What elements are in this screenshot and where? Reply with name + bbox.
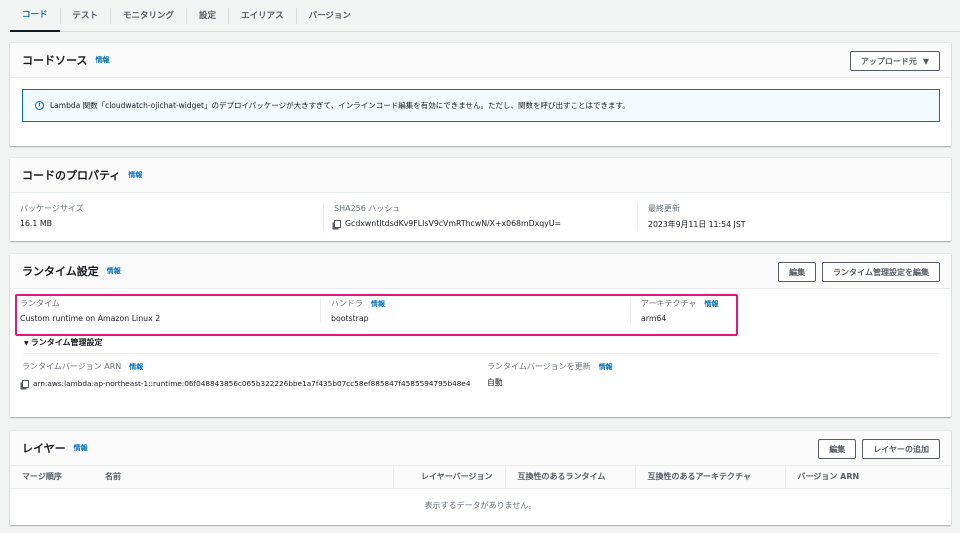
panel-title: レイヤー — [22, 442, 66, 455]
edit-button[interactable]: 編集 — [778, 262, 817, 282]
info-link[interactable]: 情報 — [128, 170, 142, 180]
panel-title: コードのプロパティ — [22, 169, 121, 182]
column-header: 互換性のあるアーキテクチャ — [634, 466, 785, 489]
info-link[interactable]: 情報 — [74, 443, 88, 453]
info-icon: i — [35, 101, 44, 110]
layers-panel: レイヤー 情報 編集 レイヤーの追加 マージ順序 名前 レイヤーバージョン 互換… — [10, 431, 951, 525]
highlight-box — [15, 294, 738, 336]
info-alert: i Lambda 関数「cloudwatch-ojichat-widget」のデ… — [22, 89, 940, 122]
info-link[interactable]: 情報 — [107, 266, 121, 276]
upload-from-button[interactable]: アップロード元 ▼ — [849, 51, 940, 71]
last-modified: 2023年9月11日 11:54 JST — [648, 220, 746, 229]
code-source-panel: コードソース 情報 アップロード元 ▼ i Lambda 関数「cloudwatc… — [10, 43, 951, 146]
button-label: アップロード元 — [860, 56, 917, 66]
tab-monitoring[interactable]: モニタリング — [110, 7, 186, 24]
copy-icon[interactable] — [334, 220, 341, 228]
caret-down-icon: ▼ — [24, 340, 31, 347]
tab-versions[interactable]: バージョン — [295, 7, 363, 24]
add-layer-button[interactable]: レイヤーの追加 — [862, 439, 940, 459]
info-link[interactable]: 情報 — [599, 363, 613, 371]
tab-code[interactable]: コード — [10, 0, 60, 32]
last-modified-label: 最終更新 — [648, 204, 680, 213]
edit-runtime-management-button[interactable]: ランタイム管理設定を編集 — [822, 262, 940, 282]
update-value: 自動 — [487, 378, 503, 387]
update-label: ランタイムバージョンを更新 — [487, 362, 591, 371]
layers-table: マージ順序 名前 レイヤーバージョン 互換性のあるランタイム 互換性のあるアーキ… — [10, 466, 951, 522]
empty-message: 表示するデータがありません。 — [424, 500, 537, 510]
tab-aliases[interactable]: エイリアス — [228, 7, 296, 24]
info-link[interactable]: 情報 — [95, 55, 109, 65]
tab-test[interactable]: テスト — [59, 7, 111, 24]
package-size: 16.1 MB — [20, 219, 52, 228]
column-header: マージ順序 — [10, 466, 93, 489]
column-header: バージョン ARN — [784, 466, 951, 489]
arn-label: ランタイムバージョン ARN — [22, 362, 122, 371]
tab-bar: コード テスト モニタリング 設定 エイリアス バージョン — [10, 0, 960, 32]
copy-icon[interactable] — [22, 380, 29, 388]
panel-title: コードソース — [22, 54, 88, 67]
arn-value: arn:aws:lambda:ap-northeast-1::runtime:0… — [33, 379, 471, 388]
info-link[interactable]: 情報 — [129, 363, 143, 371]
column-header: 互換性のあるランタイム — [504, 466, 635, 489]
edit-button[interactable]: 編集 — [818, 439, 857, 459]
sha-label: SHA256 ハッシュ — [334, 204, 401, 213]
section-title: ランタイム管理設定 — [30, 338, 103, 347]
tab-config[interactable]: 設定 — [186, 7, 228, 24]
column-header: 名前 — [93, 466, 393, 489]
column-header: レイヤーバージョン — [392, 466, 505, 489]
sha-value: GcdxwntItdsdKv9FLIsV9cVmRThcwN/X+x068mDx… — [345, 219, 562, 228]
runtime-settings-panel: ランタイム設定 情報 編集 ランタイム管理設定を編集 ランタイム Custom r… — [10, 254, 951, 417]
runtime-management-toggle[interactable]: ▼ ランタイム管理設定 — [22, 333, 939, 354]
alert-text: Lambda 関数「cloudwatch-ojichat-widget」のデプロ… — [50, 101, 630, 110]
panel-title: ランタイム設定 — [22, 265, 99, 278]
caret-down-icon: ▼ — [922, 56, 929, 66]
code-properties-panel: コードのプロパティ 情報 パッケージサイズ 16.1 MB SHA256 ハッシュ… — [10, 158, 951, 241]
package-size-label: パッケージサイズ — [20, 204, 84, 213]
